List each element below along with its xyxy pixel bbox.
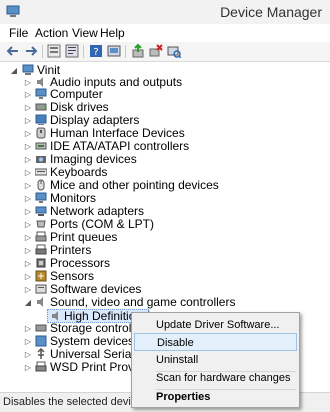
speaker-icon	[37, 77, 43, 87]
forward-icon[interactable]	[24, 44, 38, 58]
menu-file[interactable]: File	[9, 26, 28, 40]
tree-item-print-queues[interactable]: ▷ Print queues	[0, 231, 200, 244]
device-properties-icon[interactable]	[107, 44, 121, 58]
sensor-icon	[35, 270, 47, 282]
menu-item-update-driver[interactable]: Update Driver Software...	[134, 316, 297, 334]
expand-arrow-icon[interactable]: ▷	[24, 192, 32, 205]
expand-arrow-icon[interactable]: ▷	[24, 361, 32, 374]
expand-arrow-icon[interactable]: ▷	[24, 179, 32, 192]
processor-icon	[36, 258, 46, 268]
expand-arrow-icon[interactable]: ▷	[24, 231, 32, 244]
expand-arrow-icon[interactable]: ▷	[24, 348, 32, 361]
expand-arrow-icon[interactable]: ▷	[24, 88, 32, 101]
expand-arrow-icon[interactable]: ▷	[24, 153, 32, 166]
hid-icon	[36, 127, 46, 139]
window-title: Device Manager	[220, 4, 322, 20]
svg-text:?: ?	[93, 47, 98, 58]
storage-controller-icon	[35, 324, 47, 332]
device-manager-app-icon	[6, 5, 20, 17]
back-icon[interactable]	[6, 44, 20, 58]
computer-icon	[22, 64, 34, 75]
mouse-icon	[37, 179, 45, 191]
menu-action[interactable]: Action	[35, 26, 68, 40]
display-adapter-icon	[35, 114, 47, 125]
expand-arrow-icon[interactable]: ▷	[24, 283, 32, 296]
expand-arrow-icon[interactable]: ▷	[24, 166, 32, 179]
tree-item-mice[interactable]: ▷ Mice and other pointing devices	[0, 179, 219, 192]
expand-arrow-icon[interactable]: ▷	[24, 205, 32, 218]
menu-item-uninstall[interactable]: Uninstall	[134, 351, 297, 369]
properties-icon[interactable]	[65, 44, 79, 58]
monitor-icon	[35, 192, 47, 203]
speaker-icon	[37, 297, 43, 307]
software-device-icon	[35, 284, 47, 294]
expand-arrow-icon[interactable]: ▷	[24, 140, 32, 153]
menu-help[interactable]: Help	[100, 26, 125, 40]
tree-item-wsd-print-provider[interactable]: ▷ WSD Print Provider	[0, 361, 154, 374]
tree-item-sound-video[interactable]: ◢ Sound, video and game controllers	[0, 296, 236, 309]
menu-item-scan-hardware[interactable]: Scan for hardware changes	[134, 369, 297, 387]
disk-drive-icon	[35, 103, 47, 111]
expand-arrow-icon[interactable]: ▷	[24, 322, 32, 335]
menu-view[interactable]: View	[72, 26, 98, 40]
expand-arrow-icon[interactable]: ▷	[24, 244, 32, 257]
toolbar-separator	[83, 45, 84, 58]
usb-icon	[37, 348, 45, 359]
network-adapter-icon	[35, 206, 47, 216]
wsd-printer-icon	[35, 361, 47, 372]
expand-arrow-icon[interactable]: ▷	[24, 257, 32, 270]
show-hide-icon[interactable]	[47, 44, 61, 58]
print-queue-icon	[35, 231, 47, 242]
port-icon	[36, 220, 46, 228]
expand-arrow-icon[interactable]: ▷	[24, 114, 32, 127]
menu-item-disable[interactable]: Disable	[134, 333, 297, 351]
expand-arrow-icon[interactable]: ▷	[24, 127, 32, 140]
toolbar-separator	[125, 45, 126, 58]
expand-arrow-icon[interactable]: ▷	[24, 335, 32, 348]
ide-controller-icon	[35, 142, 47, 150]
context-menu: Update Driver Software... Disable Uninst…	[131, 312, 300, 408]
camera-icon	[36, 156, 46, 163]
tree-item-label: Sound, video and game controllers	[50, 295, 236, 309]
tree-item-processors[interactable]: ▷ Processors	[0, 257, 200, 270]
scan-hardware-icon[interactable]	[167, 44, 181, 58]
expand-arrow-icon[interactable]: ▷	[24, 270, 32, 283]
system-device-icon	[35, 335, 47, 347]
uninstall-icon[interactable]	[149, 44, 163, 58]
monitor-icon	[35, 88, 47, 99]
status-text: Disables the selected device.	[3, 396, 146, 408]
help-icon[interactable]: ?	[89, 44, 103, 58]
update-driver-icon[interactable]	[131, 44, 145, 58]
toolbar-separator	[42, 45, 43, 58]
collapse-arrow-icon[interactable]: ◢	[24, 296, 32, 309]
expand-arrow-icon[interactable]: ▷	[24, 218, 32, 231]
printer-icon	[35, 244, 47, 255]
expand-arrow-icon[interactable]: ▷	[24, 101, 32, 114]
keyboard-icon	[35, 168, 47, 176]
toolbar: ?	[0, 42, 330, 62]
menu-item-properties[interactable]: Properties	[134, 388, 297, 406]
menu-bar: File Action View Help	[0, 24, 330, 42]
title-bar: Device Manager	[0, 0, 330, 24]
